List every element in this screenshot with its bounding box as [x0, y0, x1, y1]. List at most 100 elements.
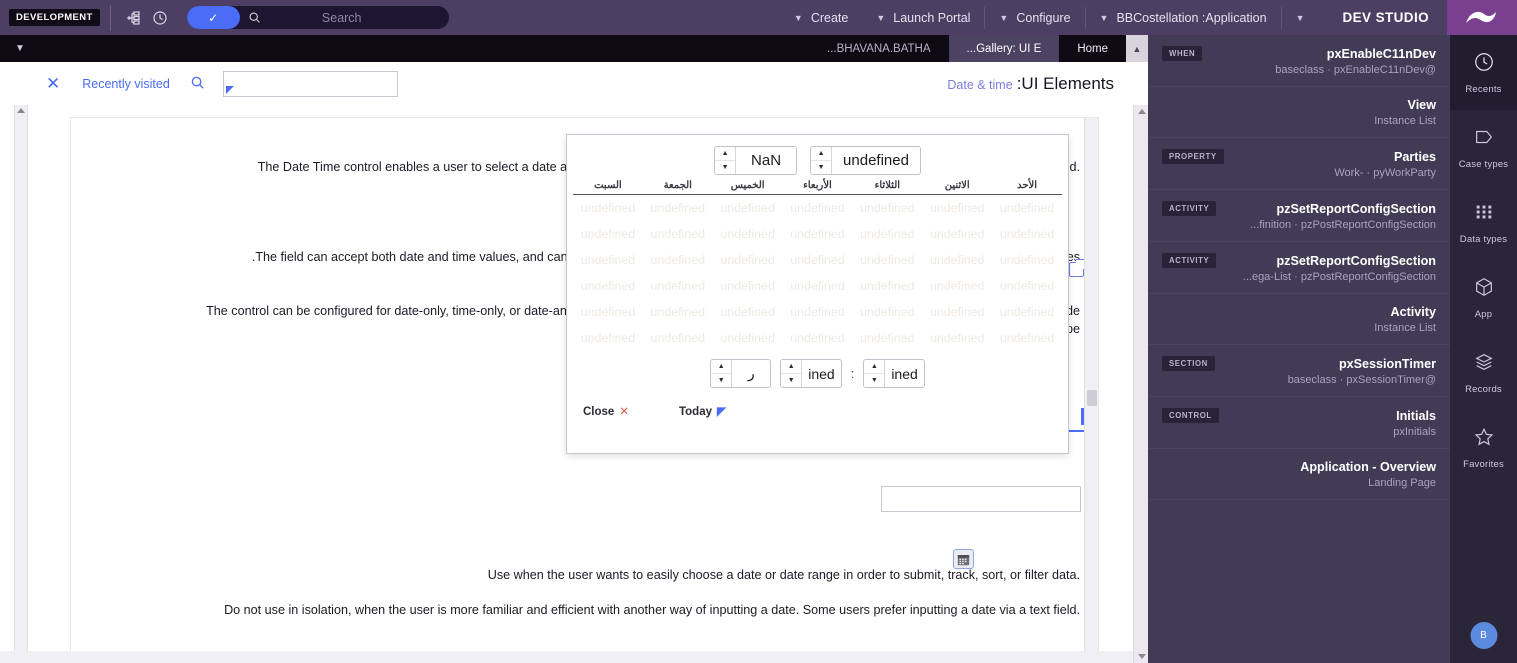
- calendar-day-cell[interactable]: undefined: [922, 247, 992, 273]
- recents-list-item[interactable]: Application - Overview Landing Page: [1148, 449, 1450, 500]
- calendar-day-cell[interactable]: undefined: [573, 325, 643, 351]
- search-input[interactable]: [222, 70, 398, 97]
- close-icon[interactable]: ✕: [619, 406, 629, 418]
- nav-create[interactable]: ▼ Create: [780, 0, 862, 35]
- calendar-day-cell[interactable]: undefined: [922, 221, 992, 247]
- calendar-day-cell[interactable]: undefined: [922, 299, 992, 325]
- today-icon[interactable]: ◤: [717, 406, 726, 418]
- document-scrollbar[interactable]: [1084, 118, 1098, 663]
- scroll-up-icon[interactable]: [1138, 109, 1146, 114]
- recents-list-item[interactable]: ACTIVITY pzSetReportConfigSection ...finit…: [1148, 190, 1450, 242]
- calendar-day-cell[interactable]: undefined: [643, 325, 713, 351]
- recents-list-item[interactable]: WHEN pxEnableC11nDev baseclass · pxEnableC…: [1148, 35, 1450, 87]
- calendar-day-cell[interactable]: undefined: [713, 195, 783, 221]
- rail-item-records[interactable]: Records: [1450, 335, 1517, 410]
- close-icon[interactable]: ✕: [46, 75, 60, 92]
- search-icon[interactable]: [190, 75, 205, 93]
- calendar-day-cell[interactable]: undefined: [643, 221, 713, 247]
- check-icon[interactable]: ✓: [186, 6, 240, 29]
- calendar-day-cell[interactable]: undefined: [573, 221, 643, 247]
- left-scrollbar[interactable]: [14, 105, 28, 663]
- recents-list-item[interactable]: ACTIVITY pzSetReportConfigSection ...ega-L…: [1148, 242, 1450, 294]
- calendar-day-cell[interactable]: undefined: [643, 299, 713, 325]
- scrollbar-thumb[interactable]: [1087, 390, 1097, 406]
- calendar-day-cell[interactable]: undefined: [713, 221, 783, 247]
- tabs-scroll-up-icon[interactable]: ▲: [1126, 35, 1148, 62]
- spinner-down-icon[interactable]: ▼: [781, 374, 801, 387]
- calendar-day-cell[interactable]: undefined: [783, 273, 853, 299]
- close-button[interactable]: Close ✕: [583, 404, 629, 418]
- nav-application[interactable]: ▼ BBCostellation :Application: [1086, 0, 1281, 35]
- tree-icon[interactable]: [121, 5, 147, 31]
- calendar-day-cell[interactable]: undefined: [643, 273, 713, 299]
- minute-spinner-arrows[interactable]: ▲ ▼: [864, 360, 886, 387]
- calendar-day-cell[interactable]: undefined: [783, 221, 853, 247]
- calendar-day-cell[interactable]: undefined: [922, 195, 992, 221]
- date-time-input[interactable]: [881, 486, 1081, 512]
- year-spinner[interactable]: ▲ ▼ undefined: [810, 145, 921, 175]
- scroll-up-icon[interactable]: [17, 108, 25, 113]
- recents-list-item[interactable]: SECTION pxSessionTimer baseclass · pxSessi…: [1148, 345, 1450, 397]
- recently-visited-link[interactable]: Recently visited: [82, 77, 170, 91]
- calendar-day-cell[interactable]: undefined: [992, 325, 1062, 351]
- calendar-day-cell[interactable]: undefined: [992, 273, 1062, 299]
- month-value[interactable]: NaN: [736, 147, 796, 174]
- rail-item-app[interactable]: App: [1450, 260, 1517, 335]
- recents-list-item[interactable]: View Instance List: [1148, 87, 1450, 138]
- calendar-day-cell[interactable]: undefined: [783, 195, 853, 221]
- tab-gallery-ui[interactable]: ...Gallery: UI E: [948, 35, 1060, 62]
- rail-item-recents[interactable]: Recents: [1450, 35, 1517, 110]
- month-spinner[interactable]: ▲ ▼ NaN: [714, 145, 798, 175]
- calendar-day-cell[interactable]: undefined: [992, 247, 1062, 273]
- nav-configure[interactable]: ▼ Configure: [985, 0, 1084, 35]
- calendar-day-cell[interactable]: undefined: [573, 299, 643, 325]
- recents-list-item[interactable]: CONTROL Initials pxInitials: [1148, 397, 1450, 449]
- history-icon[interactable]: [147, 5, 173, 31]
- nav-overflow[interactable]: ▼: [1282, 0, 1319, 35]
- spinner-up-icon[interactable]: ▲: [715, 147, 736, 161]
- calendar-day-cell[interactable]: undefined: [713, 325, 783, 351]
- meridiem-spinner-arrows[interactable]: ▲ ▼: [711, 360, 733, 387]
- spinner-down-icon[interactable]: ▼: [864, 374, 884, 387]
- meridiem-spinner[interactable]: ▲ ▼ ر: [710, 359, 772, 388]
- year-value[interactable]: undefined: [832, 147, 920, 174]
- scroll-down-icon[interactable]: [1138, 654, 1146, 659]
- month-spinner-arrows[interactable]: ▲ ▼: [715, 146, 737, 174]
- calendar-day-cell[interactable]: undefined: [852, 273, 922, 299]
- calendar-day-cell[interactable]: undefined: [783, 299, 853, 325]
- work-bottom-scrollbar[interactable]: [0, 651, 1133, 663]
- hour-spinner[interactable]: ▲ ▼ ined: [780, 359, 842, 388]
- calendar-day-cell[interactable]: undefined: [852, 221, 922, 247]
- spinner-down-icon[interactable]: ▼: [715, 161, 735, 174]
- calendar-day-cell[interactable]: undefined: [992, 221, 1062, 247]
- calendar-day-cell[interactable]: undefined: [852, 247, 922, 273]
- minute-spinner[interactable]: ▲ ▼ ined: [863, 359, 925, 388]
- calendar-day-cell[interactable]: undefined: [852, 299, 922, 325]
- meridiem-value[interactable]: ر: [732, 360, 770, 387]
- calendar-day-cell[interactable]: undefined: [922, 273, 992, 299]
- tab-home[interactable]: Home: [1059, 35, 1126, 62]
- rail-item-favorites[interactable]: Favorites: [1450, 410, 1517, 485]
- calendar-day-cell[interactable]: undefined: [573, 247, 643, 273]
- year-spinner-arrows[interactable]: ▲ ▼: [811, 146, 833, 174]
- rail-item-data-types[interactable]: Data types: [1450, 185, 1517, 260]
- calendar-day-cell[interactable]: undefined: [713, 247, 783, 273]
- recents-list-item[interactable]: Activity Instance List: [1148, 294, 1450, 345]
- spinner-up-icon[interactable]: ▲: [781, 360, 802, 374]
- calendar-day-cell[interactable]: undefined: [852, 325, 922, 351]
- calendar-day-cell[interactable]: undefined: [783, 247, 853, 273]
- calendar-day-cell[interactable]: undefined: [783, 325, 853, 351]
- external-link-icon[interactable]: [1069, 262, 1084, 277]
- spinner-up-icon[interactable]: ▲: [864, 360, 885, 374]
- recents-list-item[interactable]: PROPERTY Parties Work- · pyWorkParty: [1148, 138, 1450, 190]
- work-right-scrollbar[interactable]: [1133, 105, 1148, 663]
- global-search[interactable]: ✓ Search: [186, 6, 449, 29]
- tabs-collapse-icon[interactable]: ▼: [0, 35, 40, 62]
- rail-item-case-types[interactable]: Case types: [1450, 110, 1517, 185]
- nav-launch-portal[interactable]: ▼ Launch Portal: [862, 0, 984, 35]
- calendar-day-cell[interactable]: undefined: [992, 299, 1062, 325]
- hour-value[interactable]: ined: [802, 360, 840, 387]
- today-button[interactable]: Today ◤: [679, 404, 726, 418]
- calendar-day-cell[interactable]: undefined: [992, 195, 1062, 221]
- calendar-day-cell[interactable]: undefined: [852, 195, 922, 221]
